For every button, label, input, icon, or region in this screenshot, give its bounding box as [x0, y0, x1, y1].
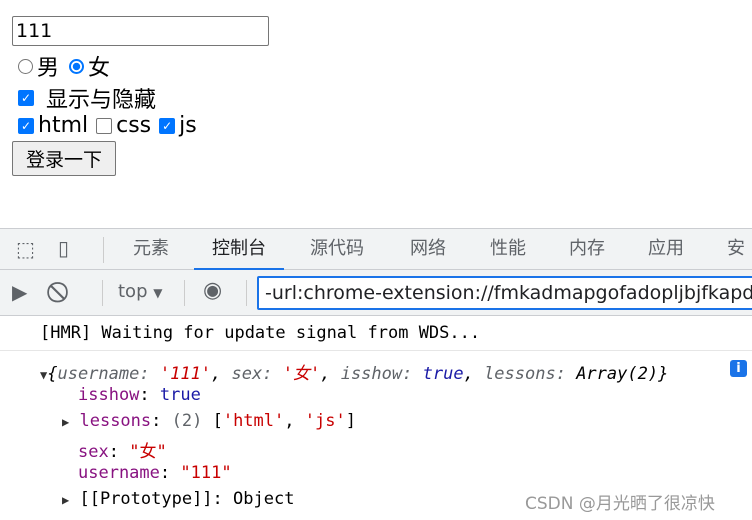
lessons-row: ✓ html css ✓ js [18, 113, 197, 138]
lesson-js-checkbox[interactable]: ✓ [159, 117, 176, 134]
lesson-js-label: js [179, 113, 197, 138]
console-message-hmr: [HMR] Waiting for update signal from WDS… [40, 323, 481, 343]
prop-lessons[interactable]: ▶ lessons: (2) ['html', 'js'] [62, 411, 356, 431]
toggle-row: ✓ 显示与隐藏 [18, 82, 156, 114]
console-object-summary[interactable]: ▼{username: '111', sex: '女', isshow: tru… [40, 359, 668, 384]
tab-console[interactable]: 控制台 [194, 229, 284, 270]
username-input[interactable]: 111 [12, 16, 269, 46]
watermark: CSDN @月光晒了很凉快 [525, 494, 715, 514]
tab-network[interactable]: 网络 [410, 229, 446, 270]
console-filter-input[interactable]: -url:chrome-extension://fmkadmapgofadopl… [257, 276, 752, 310]
dropdown-arrow-icon: ▼ [153, 286, 163, 300]
devtools-tab-bar: ⬚ ▯ 元素 控制台 源代码 网络 性能 内存 应用 安全 [0, 228, 752, 299]
inspect-element-icon[interactable]: ⬚ [16, 237, 35, 261]
tab-elements[interactable]: 元素 [133, 229, 169, 270]
sex-radio-group: 男 女 [18, 50, 110, 82]
radio-male-label: 男 [37, 56, 60, 81]
show-hide-checkbox[interactable]: ✓ [18, 90, 34, 106]
prop-prototype[interactable]: ▶ [[Prototype]]: Object [62, 489, 294, 509]
prop-sex: sex: "女" [78, 442, 167, 462]
tab-application[interactable]: 应用 [648, 229, 684, 270]
lesson-html-checkbox[interactable]: ✓ [18, 117, 34, 134]
context-selector[interactable]: top ▼ [118, 281, 162, 302]
lesson-css-checkbox[interactable] [96, 117, 113, 134]
sidebar-toggle-icon[interactable]: ▶︎ [12, 280, 27, 304]
tab-memory[interactable]: 内存 [569, 229, 605, 270]
login-button[interactable]: 登录一下 [12, 141, 116, 176]
radio-male[interactable] [18, 58, 33, 74]
prop-isshow: isshow: true [78, 385, 201, 405]
prop-username: username: "111" [78, 463, 232, 483]
tab-performance[interactable]: 性能 [490, 229, 526, 270]
show-hide-label: 显示与隐藏 [46, 88, 157, 113]
expand-triangle-icon[interactable]: ▶ [62, 493, 69, 507]
lesson-css-label: css [116, 113, 152, 138]
lesson-html-label: html [38, 113, 89, 138]
radio-female-label: 女 [88, 56, 111, 81]
radio-female[interactable] [69, 58, 85, 74]
live-expression-eye-icon[interactable]: ◉ [203, 278, 222, 303]
expand-triangle-icon[interactable]: ▶ [62, 415, 69, 429]
tab-sources[interactable]: 源代码 [310, 229, 364, 270]
device-toolbar-icon[interactable]: ▯ [58, 236, 69, 260]
tab-security[interactable]: 安全 [727, 229, 752, 299]
info-icon[interactable]: i [730, 360, 747, 377]
